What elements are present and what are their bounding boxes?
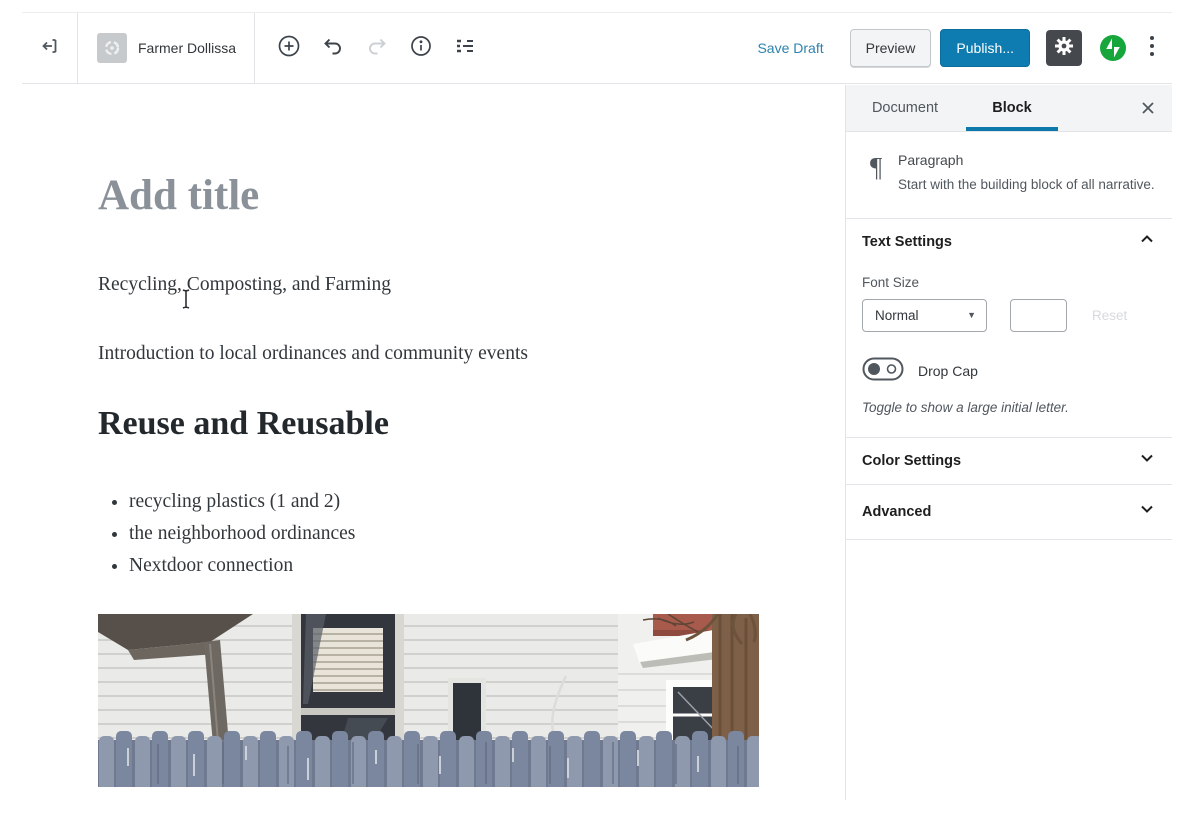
content-structure-button[interactable] xyxy=(447,30,483,66)
undo-icon xyxy=(321,34,345,63)
color-settings-header[interactable]: Color Settings xyxy=(862,438,1156,484)
preview-button[interactable]: Preview xyxy=(850,29,932,67)
site-name: Farmer Dollissa xyxy=(138,40,236,56)
tab-block[interactable]: Block xyxy=(964,85,1060,131)
font-size-select[interactable]: Normal ▼ xyxy=(862,299,987,332)
advanced-header[interactable]: Advanced xyxy=(862,485,1156,539)
more-menu-button[interactable] xyxy=(1140,30,1164,66)
heading-block[interactable]: Reuse and Reusable xyxy=(98,404,759,445)
drop-cap-toggle[interactable] xyxy=(862,357,904,386)
color-settings-title: Color Settings xyxy=(862,453,961,469)
block-card-description: Start with the building block of all nar… xyxy=(898,175,1156,196)
list-item[interactable]: the neighborhood ordinances xyxy=(129,518,759,550)
image-block[interactable] xyxy=(98,614,759,787)
settings-button[interactable] xyxy=(1046,30,1082,66)
undo-button[interactable] xyxy=(315,30,351,66)
font-size-selected-value: Normal xyxy=(875,308,919,323)
reset-font-size-button[interactable]: Reset xyxy=(1092,308,1127,323)
site-logo-icon xyxy=(97,33,127,63)
redo-button[interactable] xyxy=(359,30,395,66)
paragraph-block-icon: ¶ xyxy=(870,154,892,196)
paragraph-block[interactable]: Recycling, Composting, and Farming xyxy=(98,271,759,298)
custom-font-size-input[interactable] xyxy=(1010,299,1067,332)
advanced-title: Advanced xyxy=(862,504,931,520)
chevron-down-icon xyxy=(1138,500,1156,523)
editor-canvas: Add title Recycling, Composting, and Far… xyxy=(22,85,845,800)
content-structure-icon xyxy=(453,34,477,63)
close-sidebar-button[interactable] xyxy=(1140,100,1156,116)
block-inserter-button[interactable] xyxy=(271,30,307,66)
inserter-plus-icon xyxy=(276,33,302,64)
sidebar-tabbar: Document Block xyxy=(846,85,1172,132)
list-item[interactable]: recycling plastics (1 and 2) xyxy=(129,486,759,518)
info-button[interactable] xyxy=(403,30,439,66)
text-settings-title: Text Settings xyxy=(862,234,952,250)
exit-editor-button[interactable] xyxy=(22,13,78,83)
post-title-input[interactable]: Add title xyxy=(98,85,759,220)
advanced-panel: Advanced xyxy=(846,485,1172,540)
tab-document[interactable]: Document xyxy=(846,85,964,131)
text-settings-panel: Text Settings Font Size Normal ▼ Reset xyxy=(846,219,1172,438)
block-card: ¶ Paragraph Start with the building bloc… xyxy=(846,132,1172,219)
editor-toolbar: Farmer Dollissa xyxy=(22,12,1172,84)
drop-cap-hint: Toggle to show a large initial letter. xyxy=(862,400,1156,415)
font-size-label: Font Size xyxy=(862,275,1156,290)
gear-icon xyxy=(1053,35,1075,62)
info-icon xyxy=(409,34,433,63)
block-card-title: Paragraph xyxy=(898,152,1156,168)
color-settings-panel: Color Settings xyxy=(846,438,1172,485)
jetpack-button[interactable] xyxy=(1098,33,1128,63)
list-block[interactable]: recycling plastics (1 and 2) the neighbo… xyxy=(98,486,759,582)
settings-sidebar: Document Block ¶ Paragraph Start with th… xyxy=(845,85,1172,800)
jetpack-icon xyxy=(1098,50,1128,67)
redo-icon xyxy=(365,34,389,63)
more-menu-icon xyxy=(1149,34,1155,63)
publish-button[interactable]: Publish... xyxy=(940,29,1030,67)
chevron-down-icon: ▼ xyxy=(967,310,976,320)
view-site-button[interactable]: Farmer Dollissa xyxy=(78,13,255,83)
exit-editor-icon xyxy=(39,35,61,62)
chevron-down-icon xyxy=(1138,449,1156,472)
save-draft-button[interactable]: Save Draft xyxy=(757,40,823,56)
list-item[interactable]: Nextdoor connection xyxy=(129,550,759,582)
drop-cap-label: Drop Cap xyxy=(918,363,978,379)
paragraph-block[interactable]: Introduction to local ordinances and com… xyxy=(98,340,759,367)
text-settings-header[interactable]: Text Settings xyxy=(862,219,1156,265)
chevron-up-icon xyxy=(1138,230,1156,253)
